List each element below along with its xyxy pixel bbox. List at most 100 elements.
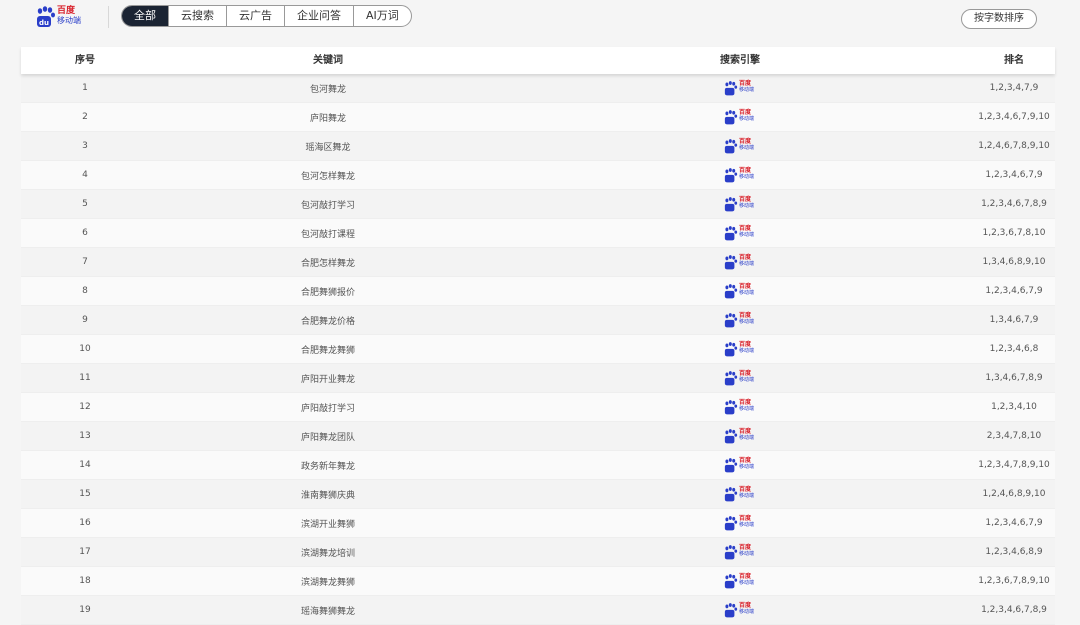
engine-brand-line2: 移动端 [739,145,755,151]
row-rank: 1,2,4,6,7,8,9,10 [978,141,1050,151]
row-engine: 百度 移动端 [507,602,973,618]
row-index: 15 [79,489,91,499]
baidu-mobile-logo: 百度 移动端 [724,312,756,328]
engine-brand-line1: 百度 [739,573,752,580]
row-index: 16 [79,518,91,528]
category-tabs: 全部 云搜索 云广告 企业问答 AI万词 [121,5,412,27]
row-engine: 百度 移动端 [507,457,973,473]
table-row[interactable]: 10 合肥舞龙舞狮 百度 移动端 1,2,3,4,6,8 [21,335,1055,364]
baidu-paw-icon [724,168,738,183]
row-index: 14 [79,460,91,470]
column-header-keyword: 关键词 [313,55,343,66]
engine-brand-line1: 百度 [739,457,752,464]
baidu-paw-icon [724,371,738,386]
engine-brand-line1: 百度 [739,109,752,116]
row-index: 1 [82,83,88,93]
table-row[interactable]: 15 淮南舞狮庆典 百度 移动端 1,2,4,6,8,9,10 [21,480,1055,509]
table-row[interactable]: 12 庐阳敲打学习 百度 移动端 1,2,3,4,10 [21,393,1055,422]
table-row[interactable]: 3 瑶海区舞龙 百度 移动端 1,2,4,6,7,8,9,10 [21,132,1055,161]
row-rank: 1,2,3,4,6,8 [989,344,1039,354]
row-rank: 1,2,3,4,6,7,8,9 [981,605,1047,615]
column-header-rank: 排名 [1004,55,1024,66]
table-row[interactable]: 4 包河怎样舞龙 百度 移动端 1,2,3,4,6,7,9 [21,161,1055,190]
baidu-paw-icon [724,429,738,444]
row-keyword: 庐阳舞龙团队 [300,432,355,443]
row-index: 5 [82,199,88,209]
row-keyword: 庐阳开业舞龙 [300,374,355,385]
baidu-paw-icon [724,603,738,618]
row-keyword: 包河怎样舞龙 [300,171,355,182]
row-rank: 1,3,4,6,7,9 [989,315,1039,325]
table-row[interactable]: 6 包河敲打课程 百度 移动端 1,2,3,6,7,8,10 [21,219,1055,248]
tab-cloud-search[interactable]: 云搜索 [168,6,226,26]
row-engine: 百度 移动端 [507,138,973,154]
row-rank: 1,2,4,6,8,9,10 [982,489,1046,499]
table-row[interactable]: 8 合肥舞狮报价 百度 移动端 1,2,3,4,6,7,9 [21,277,1055,306]
baidu-mobile-logo: 百度 移动端 [724,254,756,270]
top-bar: du 百度 移动端 全部 云搜索 云广告 企业问答 AI万词 按字数排序 [0,0,1080,34]
table-row[interactable]: 14 政务新年舞龙 百度 移动端 1,2,3,4,7,8,9,10 [21,451,1055,480]
row-keyword: 合肥舞龙价格 [300,316,355,327]
engine-brand-line1: 百度 [739,515,752,522]
row-index: 19 [79,605,91,615]
tab-ai-words[interactable]: AI万词 [353,6,411,26]
table-row[interactable]: 2 庐阳舞龙 百度 移动端 1,2,3,4,6,7,9,10 [21,103,1055,132]
row-engine: 百度 移动端 [507,341,973,357]
table-row[interactable]: 11 庐阳开业舞龙 百度 移动端 1,3,4,6,7,8,9 [21,364,1055,393]
baidu-mobile-logo: 百度 移动端 [724,573,756,589]
header-divider [108,6,109,28]
baidu-paw-icon [724,139,738,154]
row-keyword: 瑶海舞狮舞龙 [300,606,355,617]
engine-brand-line2: 移动端 [739,551,755,557]
engine-brand-line2: 移动端 [739,493,755,499]
baidu-paw-icon [724,284,738,299]
row-rank: 1,2,3,4,7,9 [989,83,1039,93]
engine-brand-line2: 移动端 [739,609,755,615]
row-keyword: 庐阳敲打学习 [300,403,355,414]
table-row[interactable]: 7 合肥怎样舞龙 百度 移动端 1,3,4,6,8,9,10 [21,248,1055,277]
tab-enterprise-qa[interactable]: 企业问答 [284,6,353,26]
baidu-mobile-logo: 百度 移动端 [724,80,756,96]
table-row[interactable]: 18 滨湖舞龙舞狮 百度 移动端 1,2,3,6,7,8,9,10 [21,567,1055,596]
table-row[interactable]: 1 包河舞龙 百度 移动端 1,2,3,4,7,9 [21,74,1055,103]
row-index: 4 [82,170,88,180]
row-engine: 百度 移动端 [507,486,973,502]
table-row[interactable]: 17 滨湖舞龙培训 百度 移动端 1,2,3,4,6,8,9 [21,538,1055,567]
sort-by-length-button[interactable]: 按字数排序 [961,9,1037,29]
table-body: 1 包河舞龙 百度 移动端 1,2,3,4,7,9 2 庐阳舞龙 百度 移动端 1,2,3,4,6… [21,74,1055,625]
tab-cloud-ads[interactable]: 云广告 [226,6,284,26]
table-row[interactable]: 9 合肥舞龙价格 百度 移动端 1,3,4,6,7,9 [21,306,1055,335]
row-engine: 百度 移动端 [507,283,973,299]
baidu-mobile-logo: 百度 移动端 [724,544,756,560]
baidu-paw-icon [724,545,738,560]
engine-brand-line1: 百度 [739,312,752,319]
table-row[interactable]: 13 庐阳舞龙团队 百度 移动端 2,3,4,7,8,10 [21,422,1055,451]
table-header: 序号 关键词 搜索引擎 排名 [21,47,1055,74]
baidu-paw-icon [724,458,738,473]
baidu-paw-icon [724,342,738,357]
baidu-paw-icon [724,516,738,531]
row-rank: 1,2,3,4,6,7,9,10 [978,112,1050,122]
row-index: 18 [79,576,91,586]
brand-line2: 移动端 [57,16,81,25]
row-keyword: 政务新年舞龙 [300,461,355,472]
row-engine: 百度 移动端 [507,544,973,560]
row-rank: 1,2,3,6,7,8,10 [982,228,1046,238]
baidu-paw-icon [724,226,738,241]
engine-brand-line2: 移动端 [739,406,755,412]
row-keyword: 合肥怎样舞龙 [300,258,355,269]
baidu-mobile-logo: 百度 移动端 [724,109,756,125]
table-row[interactable]: 16 滨湖开业舞狮 百度 移动端 1,2,3,4,6,7,9 [21,509,1055,538]
row-index: 12 [79,402,91,412]
table-row[interactable]: 5 包河敲打学习 百度 移动端 1,2,3,4,6,7,8,9 [21,190,1055,219]
row-keyword: 滨湖舞龙培训 [300,548,355,559]
baidu-mobile-logo: 百度 移动端 [724,515,756,531]
tab-all[interactable]: 全部 [122,6,168,26]
engine-brand-line2: 移动端 [739,580,755,586]
baidu-mobile-logo: 百度 移动端 [724,457,756,473]
engine-brand-line2: 移动端 [739,348,755,354]
row-keyword: 包河敲打学习 [300,200,355,211]
row-keyword: 瑶海区舞龙 [305,142,351,153]
engine-brand-line1: 百度 [739,370,752,377]
table-row[interactable]: 19 瑶海舞狮舞龙 百度 移动端 1,2,3,4,6,7,8,9 [21,596,1055,625]
